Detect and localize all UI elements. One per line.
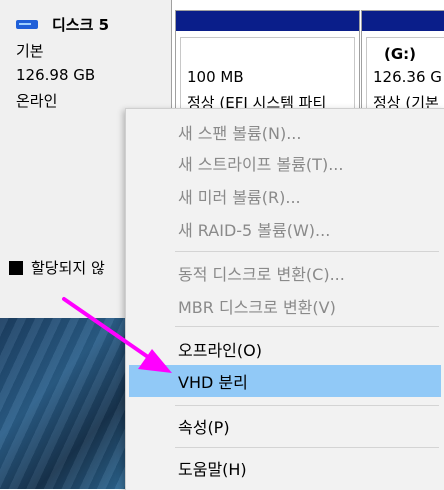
menu-item-new-striped-volume[interactable]: 새 스트라이프 볼륨(T)... (129, 147, 441, 179)
partition-letter: (G:) (384, 45, 417, 63)
disk-header: 디스크 5 (16, 14, 109, 35)
disk-name: 디스크 5 (52, 16, 110, 34)
menu-item-properties[interactable]: 속성(P) (129, 410, 441, 442)
unallocated-swatch (9, 260, 23, 275)
disk-type: 기본 (16, 42, 44, 60)
menu-item-new-mirrored-volume[interactable]: 새 미러 볼륨(R)... (129, 180, 441, 212)
menu-separator (175, 326, 439, 327)
menu-separator (175, 251, 439, 252)
menu-separator (175, 405, 439, 406)
menu-item-help[interactable]: 도움말(H) (129, 452, 441, 484)
menu-item-convert-dynamic[interactable]: 동적 디스크로 변환(C)... (129, 257, 441, 289)
partition-size: 126.36 G (373, 68, 442, 86)
legend-label: 할당되지 않 (31, 259, 105, 277)
menu-item-new-spanned-volume[interactable]: 새 스팬 볼륨(N)... (129, 116, 441, 148)
disk-icon (16, 20, 38, 29)
partition-header-bar (176, 11, 359, 31)
disk-size: 126.98 GB (16, 66, 96, 84)
menu-separator (175, 447, 439, 448)
partition-size: 100 MB (187, 68, 244, 86)
annotation-arrow-icon (62, 297, 172, 373)
disk-status: 온라인 (16, 92, 58, 110)
partition-header-bar (362, 11, 444, 31)
menu-item-new-raid5-volume[interactable]: 새 RAID-5 볼륨(W)... (129, 213, 441, 245)
legend-unallocated: 할당되지 않 (9, 257, 105, 278)
